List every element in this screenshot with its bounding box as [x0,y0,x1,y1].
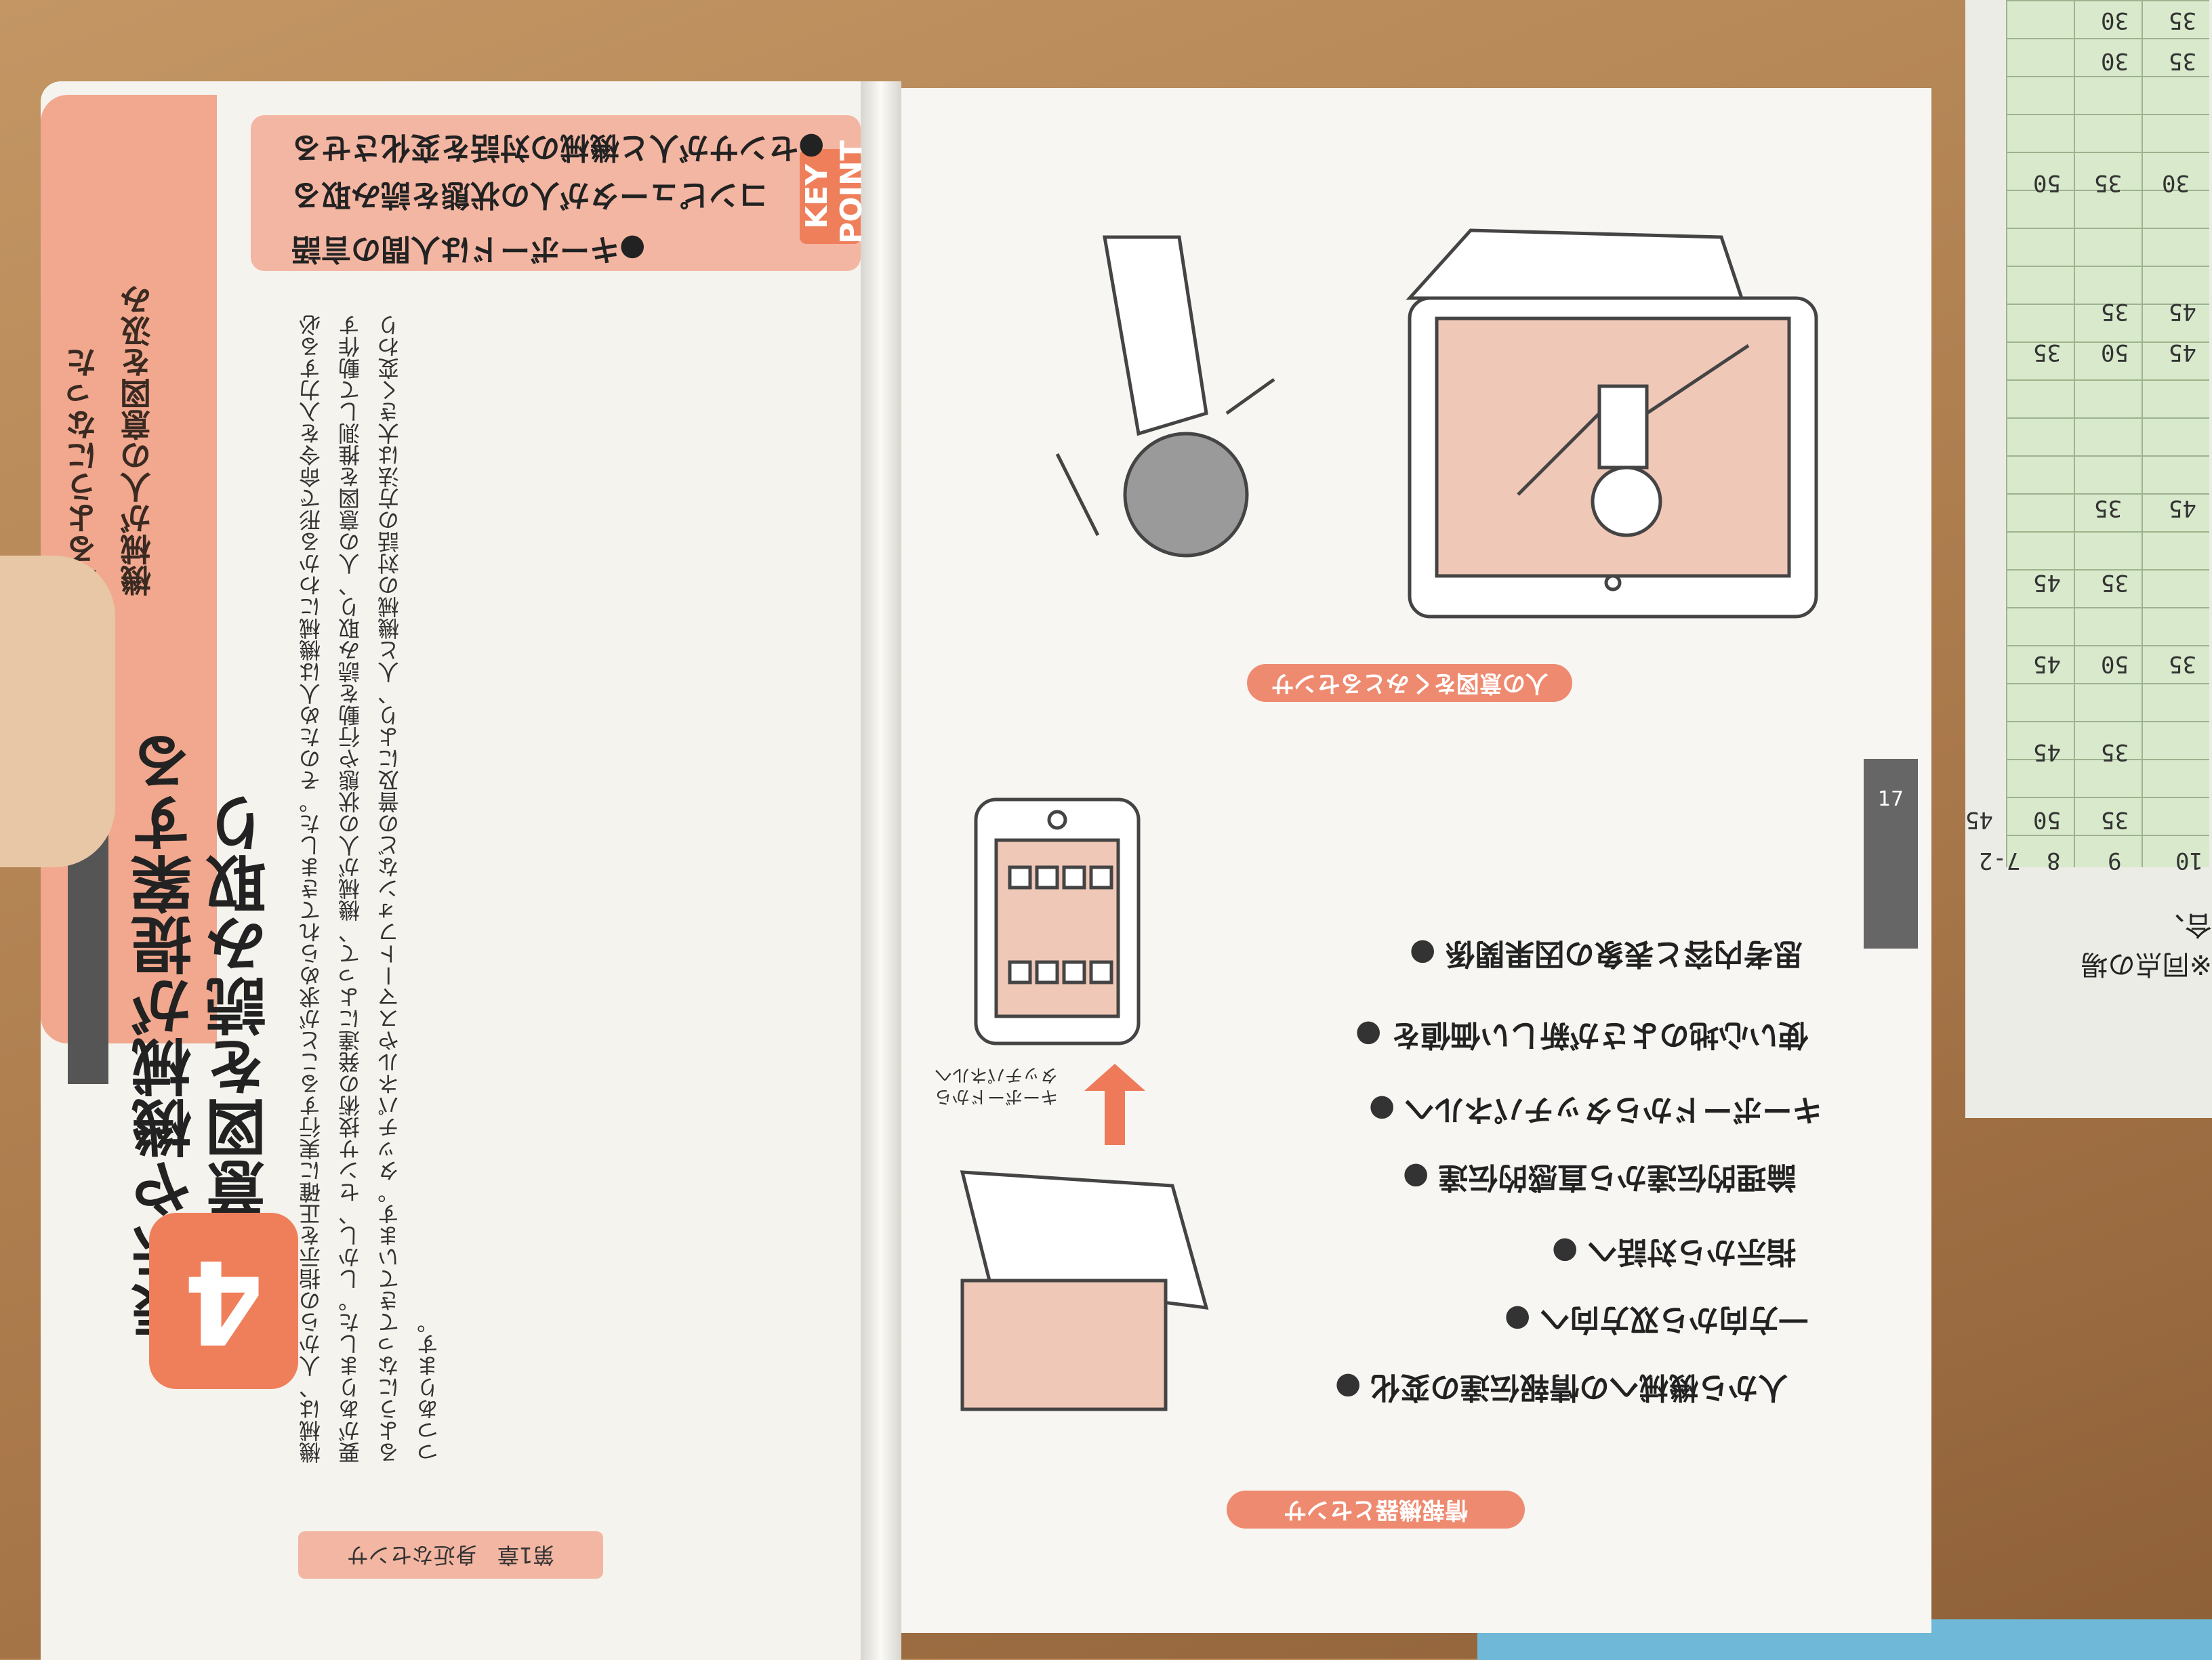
grid-number: 45 [1965,806,1993,833]
grid-number: 45 [2033,739,2061,766]
key-point-item: コンピュータが人の状態を読み取る [291,178,769,212]
grid-footer-cell: 7-2 [1979,847,2021,874]
bullet-item: 使い心地のよさが新しい価値を [1355,1016,1808,1060]
sensor-section-pill: 情報機器とセンサ [1227,1491,1525,1529]
grid-number: 45 [2169,339,2196,366]
grid-number: 35 [2169,650,2196,678]
grid-number: 35 [2101,739,2129,766]
grid-number: 35 [2101,298,2129,325]
person-legs [1103,235,1208,436]
arrow-up-icon [1084,1064,1145,1145]
bullet-item: 思考内容と表象の因果関係 [1410,935,1803,978]
grid-number: 35 [2094,495,2122,522]
footer-title: 身近なセンサ [346,1542,477,1568]
body-text: 機械は、人からの指示を正確に実行することが求められてきました。そのため人は機械に… [298,314,442,1464]
intent-section-pill: 人の意図をくみとるセンサ [1247,664,1572,702]
key-point-item: ●キーボードは人間の言語 [291,232,646,266]
grid-number: 35 [2101,569,2129,596]
robot-and-person-illustration [1055,228,1818,619]
grid-number: 45 [2169,298,2196,325]
grid-number: 30 [2162,169,2190,196]
grid-footer-cell: 8 [2047,847,2061,874]
grid-footer-cell: 9 [2108,847,2122,874]
grid-number: 35 [2169,7,2196,34]
page-number-tab: 17 [1864,759,1918,949]
grid-number: 50 [2101,650,2129,678]
book-spine [861,81,901,1660]
grid-note: ※同点の場合、 [2081,909,2212,980]
grid-footer-cell: 10 [2175,847,2203,874]
page-edge-tab [68,827,108,1084]
grid-number: 35 [2094,169,2122,196]
left-page-footer: 第1章 身近なセンサ [298,1531,603,1579]
bullet-item: 指示から対話へ [1552,1233,1796,1277]
grid-number: 45 [2169,495,2196,522]
bullet-item: キーボードからタッチパネルへ [1369,1091,1822,1134]
holding-hand [0,556,115,867]
bullet-item: 人から機械への情報伝達の変化 [1335,1369,1788,1412]
chapter-number: 4 [149,1213,298,1389]
person-head [1123,432,1249,558]
laptop-tablet-illustration [960,797,1209,1411]
bullet-item: 論理的伝達から直感的伝達 [1403,1159,1796,1202]
robot-head [1591,465,1662,537]
grid-number: 30 [2101,7,2129,34]
grid-number: 45 [2033,569,2061,596]
key-point-item: ●センサが人と機械の対話を変化させる [291,130,825,165]
grid-number: 50 [2033,169,2061,196]
laptop-screen [960,1279,1168,1411]
grid-number: 50 [2033,806,2061,833]
footer-chapter: 第1章 [497,1542,555,1568]
grid-number: 30 [2101,47,2129,75]
grid-number: 35 [2169,47,2196,75]
grid-number: 35 [2101,806,2129,833]
grid-number: 45 [2033,650,2061,678]
bullet-item: 一方向から双方向へ [1504,1301,1808,1344]
side-heading-line-2: 取るようになった [65,347,102,596]
score-grid [2006,0,2209,867]
grid-number: 35 [2033,339,2061,366]
grid-number: 50 [2101,339,2129,366]
side-heading-line-1: 機械が人の意図を汲み [119,285,156,596]
